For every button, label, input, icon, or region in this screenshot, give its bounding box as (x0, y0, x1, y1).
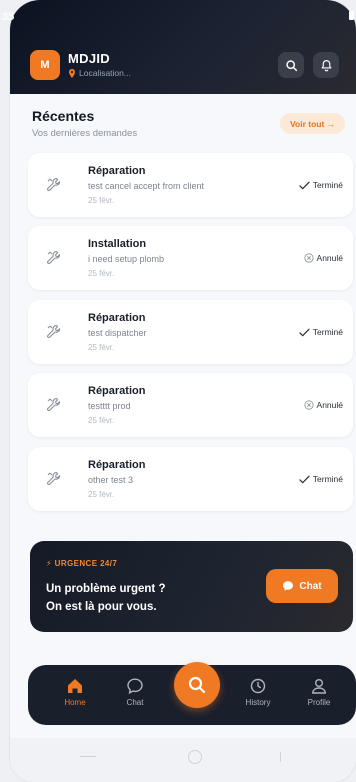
request-description: testttt prod (88, 401, 131, 411)
chat-button[interactable]: Chat (266, 569, 338, 603)
request-description: i need setup plomb (88, 254, 165, 264)
brand-avatar[interactable]: M (30, 50, 60, 80)
nav-history-label: History (245, 698, 271, 707)
check-icon (299, 181, 310, 190)
phone-screen: M MDJID Localisation... Récentes Vos der… (10, 0, 356, 782)
check-icon (299, 475, 310, 484)
see-all-button[interactable]: Voir tout → (280, 113, 346, 134)
cancel-circle-icon (303, 400, 314, 410)
request-status-label: Terminé (312, 327, 343, 337)
nav-chat[interactable]: Chat (110, 677, 160, 707)
request-date: 25 févr. (88, 196, 115, 205)
chat-button-label: Chat (299, 580, 322, 592)
check-icon (299, 328, 310, 337)
request-title: Réparation (88, 312, 146, 324)
wrench-icon (47, 324, 61, 339)
wrench-icon (47, 397, 61, 412)
urgent-tag-label: URGENCE 24/7 (54, 559, 118, 568)
urgent-banner: ⚡ URGENCE 24/7 Un problème urgent ? On e… (30, 541, 353, 632)
request-title: Réparation (88, 459, 146, 471)
notifications-button[interactable] (313, 52, 339, 78)
request-status-label: Terminé (312, 180, 343, 190)
request-status-label: Terminé (312, 474, 343, 484)
home-icon (68, 679, 82, 693)
request-status: Terminé (299, 180, 343, 190)
request-card[interactable]: Réparation other test 3 25 févr. Terminé (28, 447, 353, 511)
request-status: Terminé (299, 474, 343, 484)
wrench-icon (47, 471, 61, 486)
location-label: Localisation... (79, 68, 131, 78)
urgent-tag: ⚡ URGENCE 24/7 (46, 559, 117, 568)
system-recents-icon[interactable] (280, 752, 292, 762)
location-selector[interactable]: Localisation... (68, 68, 131, 78)
section-subtitle: Vos dernières demandes (32, 128, 138, 139)
request-status: Terminé (299, 327, 343, 337)
wrench-icon (47, 177, 61, 192)
user-icon (312, 679, 326, 694)
request-card[interactable]: Réparation testttt prod 25 févr. Annulé (28, 373, 353, 437)
request-title: Réparation (88, 165, 146, 177)
cancel-circle-icon (303, 253, 314, 263)
nav-home-label: Home (64, 698, 86, 707)
urgent-line-2: On est là pour vous. (46, 601, 157, 613)
nav-profile[interactable]: Profile (294, 677, 344, 707)
clock-icon (250, 678, 266, 694)
request-date: 25 févr. (88, 343, 115, 352)
battery-icon (349, 11, 354, 20)
status-bar: 35 (0, 0, 356, 24)
request-description: test dispatcher (88, 328, 147, 338)
system-back-icon[interactable] (80, 756, 96, 757)
request-card[interactable]: Réparation test cancel accept from client… (28, 153, 353, 217)
urgent-line-1: Un problème urgent ? (46, 583, 166, 595)
system-home-icon[interactable] (188, 750, 202, 764)
location-pin-icon (69, 68, 75, 78)
request-card[interactable]: Installation i need setup plomb 25 févr. An… (28, 226, 353, 290)
request-date: 25 févr. (88, 490, 115, 499)
chat-bubble-icon (283, 581, 294, 591)
request-status-label: Annulé (316, 253, 343, 263)
request-status: Annulé (303, 253, 343, 263)
search-fab-button[interactable] (174, 662, 220, 708)
chat-icon (127, 678, 143, 695)
nav-history[interactable]: History (233, 677, 283, 707)
search-icon (188, 676, 206, 694)
request-date: 25 févr. (88, 416, 115, 425)
nav-profile-label: Profile (307, 698, 331, 707)
request-title: Réparation (88, 385, 146, 397)
bolt-icon: ⚡ (46, 559, 55, 568)
nav-home[interactable]: Home (50, 677, 100, 707)
wrench-icon (47, 250, 61, 265)
section-title: Récentes (32, 108, 95, 124)
request-status: Annulé (303, 400, 343, 410)
nav-chat-label: Chat (126, 698, 144, 707)
request-description: other test 3 (88, 475, 134, 485)
search-icon (285, 59, 297, 71)
request-date: 25 févr. (88, 269, 115, 278)
system-navigation-bar (10, 738, 356, 782)
request-description: test cancel accept from client (88, 181, 205, 191)
request-title: Installation (88, 238, 147, 250)
brand-name: MDJID (68, 51, 110, 66)
request-card[interactable]: Réparation test dispatcher 25 févr. Terminé (28, 300, 353, 364)
bell-icon (321, 59, 331, 71)
status-time: 35 (2, 11, 15, 23)
request-status-label: Annulé (316, 400, 343, 410)
search-button[interactable] (278, 52, 304, 78)
